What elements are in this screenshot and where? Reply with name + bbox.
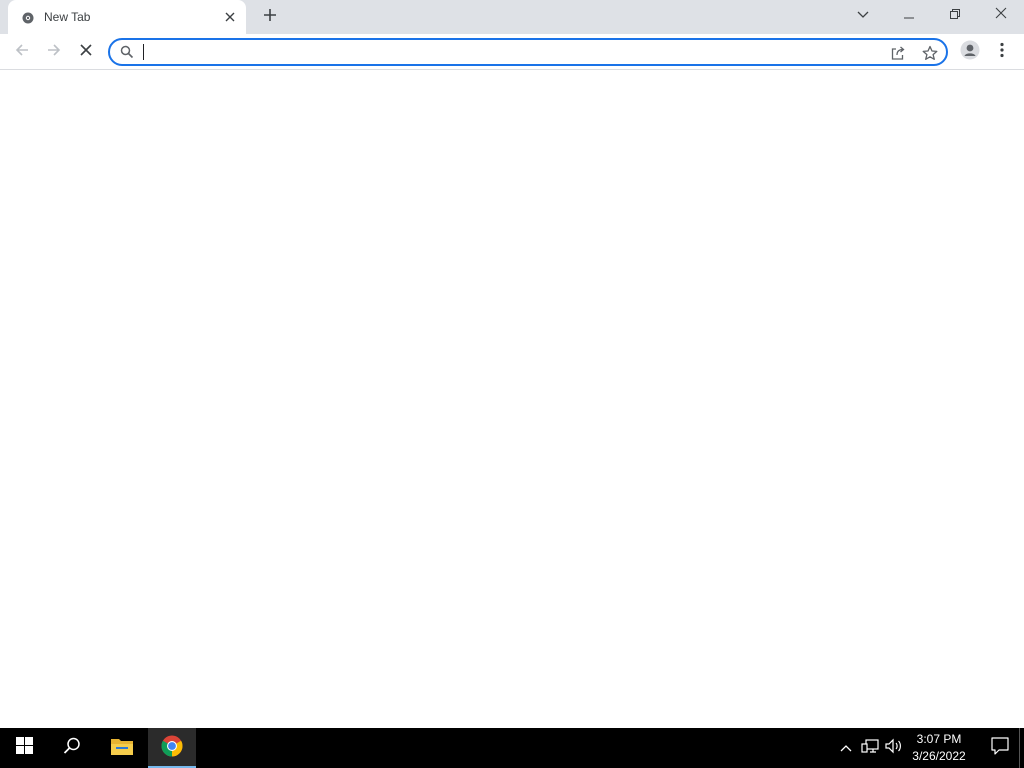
browser-toolbar: [0, 34, 1024, 70]
chevron-up-icon: [840, 739, 852, 757]
plus-icon: [263, 8, 277, 27]
taskbar-chrome[interactable]: [148, 728, 196, 768]
tray-overflow-button[interactable]: [836, 738, 856, 758]
network-icon: [861, 738, 879, 759]
arrow-left-icon: [14, 42, 30, 63]
address-bar[interactable]: [108, 38, 948, 66]
chevron-down-icon: [857, 6, 869, 24]
action-center-icon: [991, 736, 1009, 760]
new-tab-button[interactable]: [258, 5, 282, 29]
tab-strip: New Tab: [0, 0, 1024, 34]
taskbar-clock[interactable]: 3:07 PM 3/26/2022: [904, 731, 974, 765]
browser-menu-button[interactable]: [988, 38, 1016, 66]
text-caret: [143, 44, 144, 60]
tab-search-button[interactable]: [840, 0, 886, 30]
star-icon[interactable]: [920, 43, 940, 63]
show-desktop-button[interactable]: [1019, 728, 1024, 768]
windows-start-icon: [15, 737, 33, 759]
folder-icon: [110, 736, 134, 761]
kebab-menu-icon: [1000, 42, 1004, 63]
back-button[interactable]: [8, 38, 36, 66]
stop-loading-icon: [79, 43, 93, 62]
network-button[interactable]: [860, 738, 880, 758]
taskbar: 3:07 PM 3/26/2022: [0, 728, 1024, 768]
close-icon: [995, 6, 1007, 24]
start-button[interactable]: [0, 728, 48, 768]
restore-icon: [950, 6, 960, 24]
taskbar-file-explorer[interactable]: [98, 728, 146, 768]
share-icon[interactable]: [888, 43, 908, 63]
chrome-icon: [161, 735, 183, 762]
clock-time: 3:07 PM: [916, 732, 962, 746]
stop-loading-button[interactable]: [72, 38, 100, 66]
tab-title: New Tab: [44, 10, 91, 24]
forward-button[interactable]: [40, 38, 68, 66]
restore-button[interactable]: [932, 0, 978, 30]
close-icon[interactable]: [222, 9, 238, 25]
clock-date: 3/26/2022: [912, 749, 966, 763]
profile-icon: [960, 40, 980, 65]
tab-new-tab[interactable]: New Tab: [8, 0, 246, 34]
chrome-newtab-icon: [22, 11, 34, 24]
search-icon: [63, 737, 81, 760]
page-content: [0, 70, 1024, 728]
minimize-icon: [904, 6, 914, 24]
profile-button[interactable]: [956, 38, 984, 66]
minimize-button[interactable]: [886, 0, 932, 30]
arrow-right-icon: [46, 42, 62, 63]
action-center-button[interactable]: [980, 728, 1020, 768]
address-input[interactable]: [142, 42, 872, 62]
taskbar-search-button[interactable]: [48, 728, 96, 768]
search-icon: [120, 45, 134, 59]
window-close-button[interactable]: [978, 0, 1024, 30]
volume-icon: [885, 738, 903, 759]
volume-button[interactable]: [884, 738, 904, 758]
